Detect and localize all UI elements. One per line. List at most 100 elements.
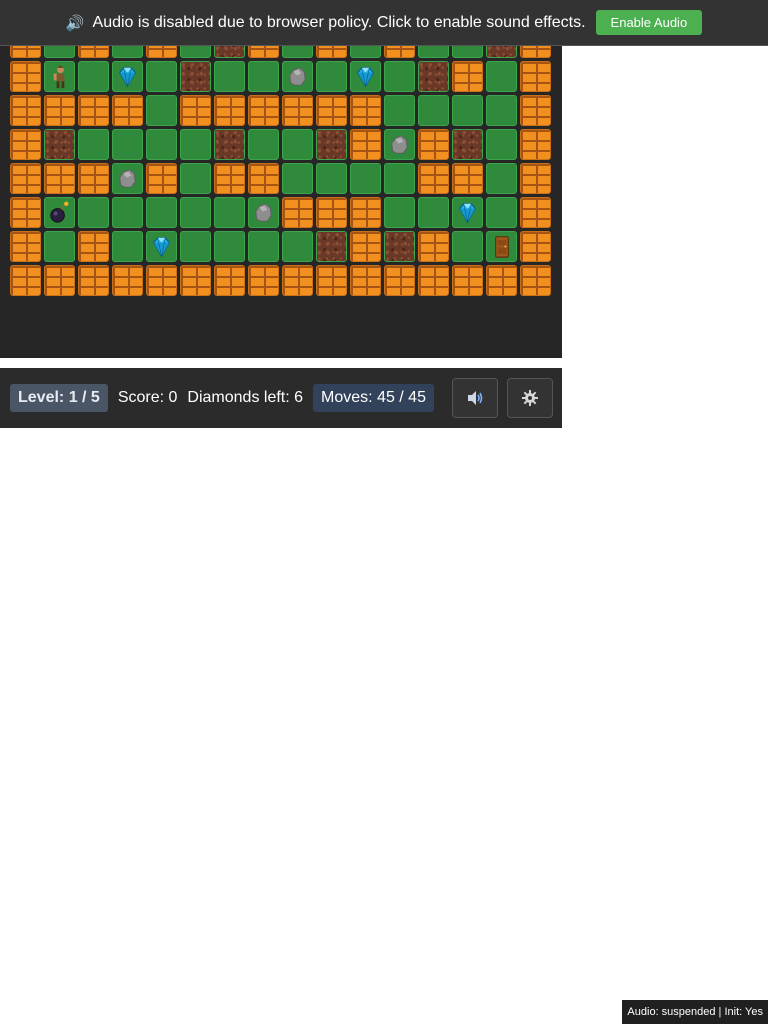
tile-dirt xyxy=(180,61,211,92)
tile-brick-wall xyxy=(10,197,41,228)
tile-brick-wall xyxy=(10,129,41,160)
tile-brick-wall xyxy=(78,231,109,262)
tile-grass xyxy=(248,61,279,92)
tile-diamond xyxy=(350,61,381,92)
hud-bar: Level: 1 / 5 Score: 0 Diamonds left: 6 M… xyxy=(0,368,562,428)
tile-grass xyxy=(282,163,313,194)
tile-grass xyxy=(78,129,109,160)
tile-grass xyxy=(486,129,517,160)
level-indicator: Level: 1 / 5 xyxy=(10,384,108,412)
tile-brick-wall xyxy=(520,129,551,160)
tile-grass xyxy=(316,61,347,92)
sound-toggle-button[interactable] xyxy=(452,378,498,418)
tile-brick-wall xyxy=(78,95,109,126)
tile-brick-wall xyxy=(44,265,75,296)
tile-brick-wall xyxy=(10,95,41,126)
tile-dirt xyxy=(44,129,75,160)
tile-diamond xyxy=(146,231,177,262)
speaker-icon xyxy=(468,391,483,405)
player-icon xyxy=(53,65,65,89)
tile-grass xyxy=(112,129,143,160)
tile-dirt xyxy=(316,129,347,160)
tile-grass xyxy=(180,163,211,194)
tile-grass xyxy=(452,231,483,262)
game-board[interactable] xyxy=(0,0,562,358)
tile-brick-wall xyxy=(248,265,279,296)
tile-diamond xyxy=(112,61,143,92)
tile-dirt xyxy=(418,61,449,92)
tile-brick-wall xyxy=(214,95,245,126)
tile-brick-wall xyxy=(112,95,143,126)
tile-dirt xyxy=(214,129,245,160)
tile-grass xyxy=(282,129,313,160)
diamond-icon xyxy=(459,203,476,224)
tile-boulder xyxy=(282,61,313,92)
tile-brick-wall xyxy=(180,95,211,126)
tile-grass xyxy=(180,197,211,228)
diamond-icon xyxy=(153,237,170,258)
tile-grass xyxy=(180,129,211,160)
tile-grass xyxy=(78,61,109,92)
tile-brick-wall xyxy=(418,265,449,296)
tile-brick-wall xyxy=(10,61,41,92)
tile-grass xyxy=(282,231,313,262)
boulder-icon xyxy=(391,135,408,154)
tile-boulder xyxy=(248,197,279,228)
tile-brick-wall xyxy=(10,265,41,296)
tile-grass xyxy=(384,163,415,194)
tile-brick-wall xyxy=(44,95,75,126)
tile-grass xyxy=(418,95,449,126)
tile-grass xyxy=(248,129,279,160)
tile-dirt xyxy=(384,231,415,262)
tile-brick-wall xyxy=(180,265,211,296)
tile-brick-wall xyxy=(316,95,347,126)
tile-brick-wall xyxy=(520,231,551,262)
tile-grass xyxy=(146,61,177,92)
tile-grass xyxy=(350,163,381,194)
tile-brick-wall xyxy=(350,231,381,262)
tile-grass xyxy=(78,197,109,228)
exit-door-icon xyxy=(495,236,509,258)
tile-brick-wall xyxy=(520,61,551,92)
tile-diamond xyxy=(452,197,483,228)
settings-button[interactable] xyxy=(507,378,553,418)
tile-brick-wall xyxy=(10,163,41,194)
tile-grass xyxy=(248,231,279,262)
tile-brick-wall xyxy=(248,163,279,194)
tile-grass xyxy=(112,231,143,262)
tile-brick-wall xyxy=(350,95,381,126)
tile-grass xyxy=(316,163,347,194)
enable-audio-button[interactable]: Enable Audio xyxy=(595,10,703,35)
tile-brick-wall xyxy=(520,95,551,126)
tile-brick-wall xyxy=(282,265,313,296)
tile-boulder xyxy=(384,129,415,160)
tile-brick-wall xyxy=(452,61,483,92)
audio-notice-text: Audio is disabled due to browser policy.… xyxy=(92,13,586,31)
tile-grass xyxy=(112,197,143,228)
tile-grass xyxy=(214,61,245,92)
boulder-icon xyxy=(289,67,306,86)
tile-grass xyxy=(146,95,177,126)
tile-brick-wall xyxy=(418,231,449,262)
tile-grass xyxy=(44,231,75,262)
tile-grass xyxy=(486,61,517,92)
tile-grass xyxy=(418,197,449,228)
tile-brick-wall xyxy=(520,265,551,296)
boulder-icon xyxy=(255,203,272,222)
diamond-icon xyxy=(357,67,374,88)
tile-brick-wall xyxy=(214,265,245,296)
gear-icon xyxy=(522,390,538,406)
tile-brick-wall xyxy=(146,265,177,296)
tile-brick-wall xyxy=(452,163,483,194)
tile-player xyxy=(44,61,75,92)
tile-brick-wall xyxy=(78,265,109,296)
tile-brick-wall xyxy=(112,265,143,296)
tile-brick-wall xyxy=(350,129,381,160)
tile-grass xyxy=(486,95,517,126)
tile-brick-wall xyxy=(350,265,381,296)
tile-brick-wall xyxy=(282,197,313,228)
speaker-icon: 🔊 xyxy=(65,14,85,32)
tile-brick-wall xyxy=(44,163,75,194)
tile-grass xyxy=(486,163,517,194)
tile-brick-wall xyxy=(384,265,415,296)
